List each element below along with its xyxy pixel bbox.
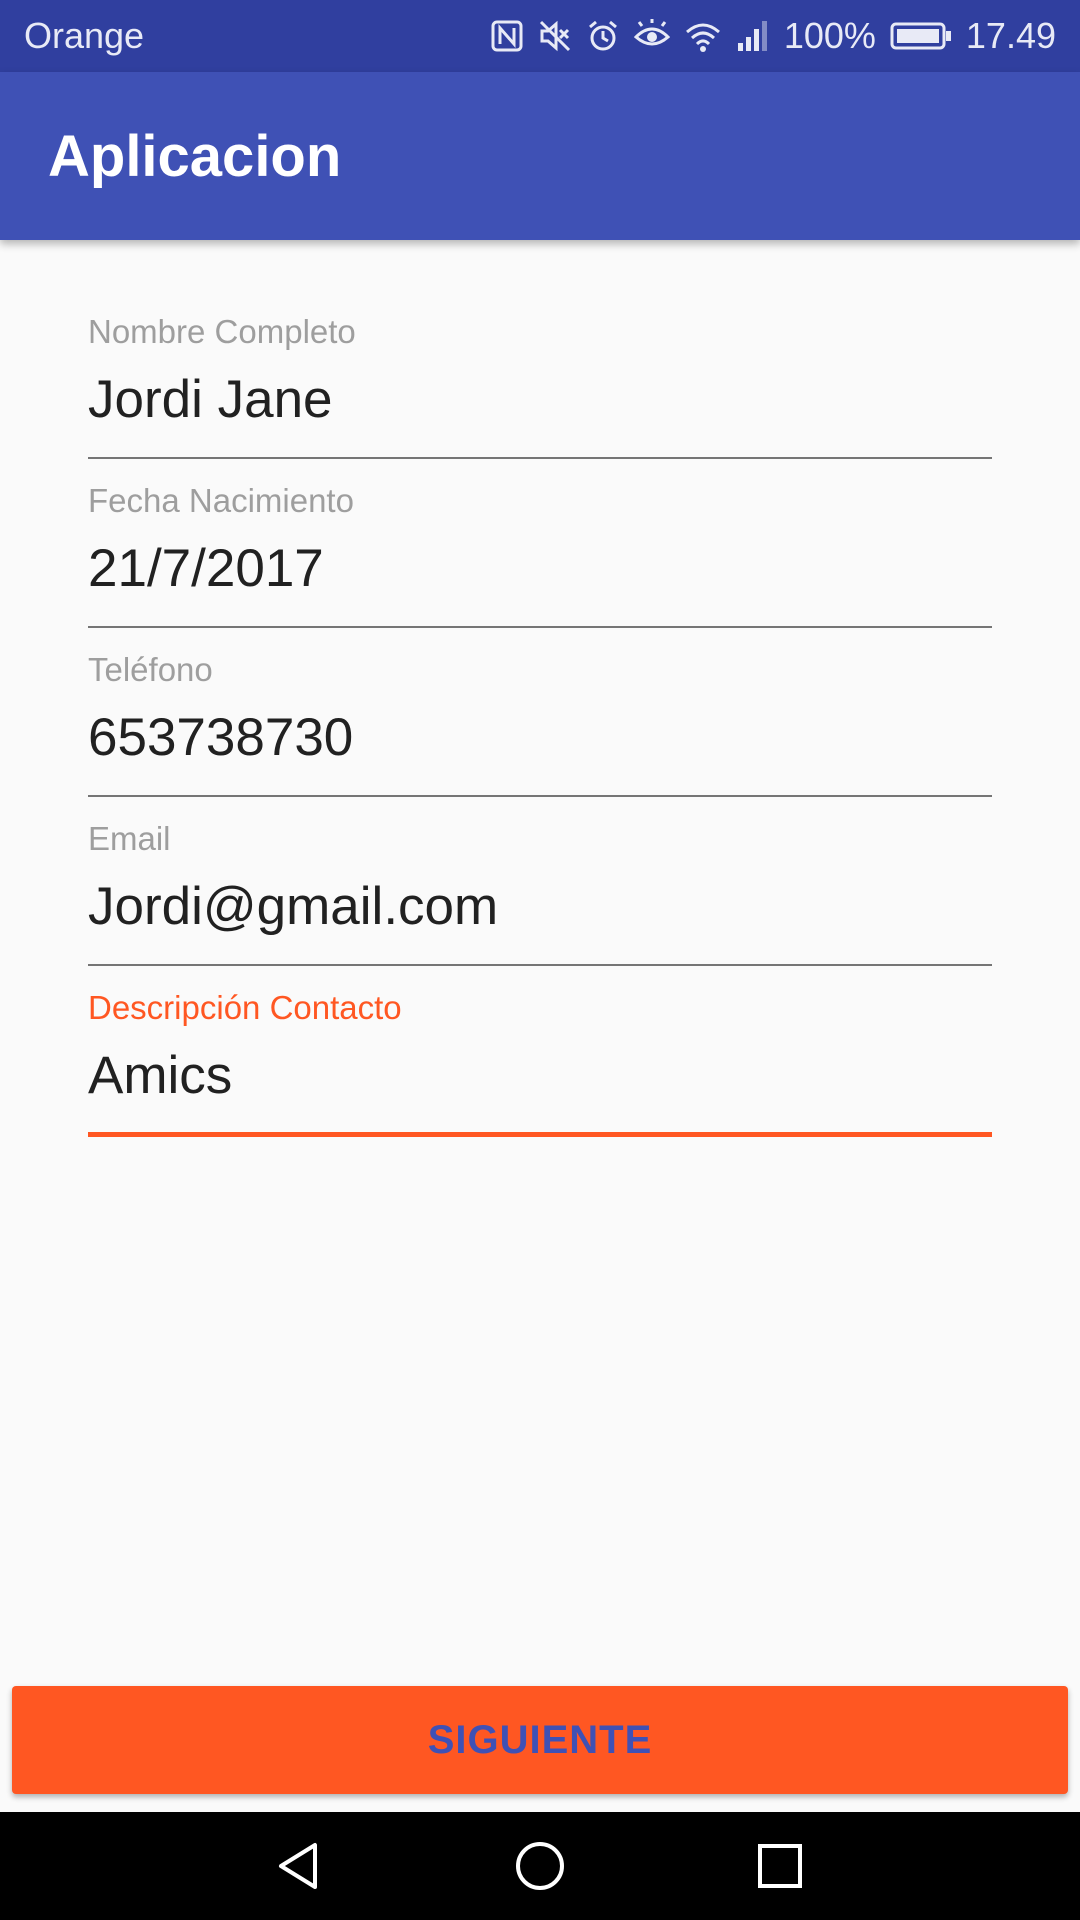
signal-icon (736, 19, 770, 53)
status-icons: 100% 17.49 (490, 15, 1056, 57)
alarm-icon (586, 19, 620, 53)
battery-icon (890, 21, 952, 51)
birth-date-label: Fecha Nacimiento (88, 482, 354, 519)
phone-label: Teléfono (88, 651, 213, 688)
home-icon (512, 1838, 568, 1894)
app-title: Aplicacion (48, 123, 342, 189)
home-button[interactable] (480, 1830, 600, 1902)
mute-icon (538, 19, 572, 53)
back-button[interactable] (240, 1830, 360, 1902)
full-name-field: Nombre Completo (88, 240, 992, 459)
contact-description-input[interactable] (88, 1036, 992, 1114)
contact-description-field: Descripción Contacto (88, 916, 992, 1137)
contact-form: Nombre Completo Fecha Nacimiento Teléfon… (88, 240, 992, 1137)
full-name-label: Nombre Completo (88, 313, 356, 350)
carrier-name: Orange (24, 15, 145, 56)
email-field: Email (88, 747, 992, 966)
status-bar: Orange 100% 17.49 (0, 0, 1080, 72)
eye-comfort-icon (633, 19, 670, 53)
email-label: Email (88, 820, 171, 857)
app-bar: Aplicacion (0, 72, 1080, 240)
contact-description-label: Descripción Contacto (88, 989, 402, 1026)
back-icon (272, 1838, 328, 1894)
phone-field: Teléfono (88, 578, 992, 797)
next-button[interactable]: SIGUIENTE (12, 1686, 1068, 1794)
navigation-bar (0, 1812, 1080, 1920)
birth-date-field: Fecha Nacimiento (88, 409, 992, 628)
wifi-icon (684, 19, 722, 53)
battery-percent: 100% (783, 15, 876, 56)
recents-icon (752, 1838, 808, 1894)
clock-time: 17.49 (965, 15, 1056, 56)
nfc-icon (490, 19, 524, 53)
contact-description-underline (88, 1132, 992, 1137)
recents-button[interactable] (720, 1830, 840, 1902)
